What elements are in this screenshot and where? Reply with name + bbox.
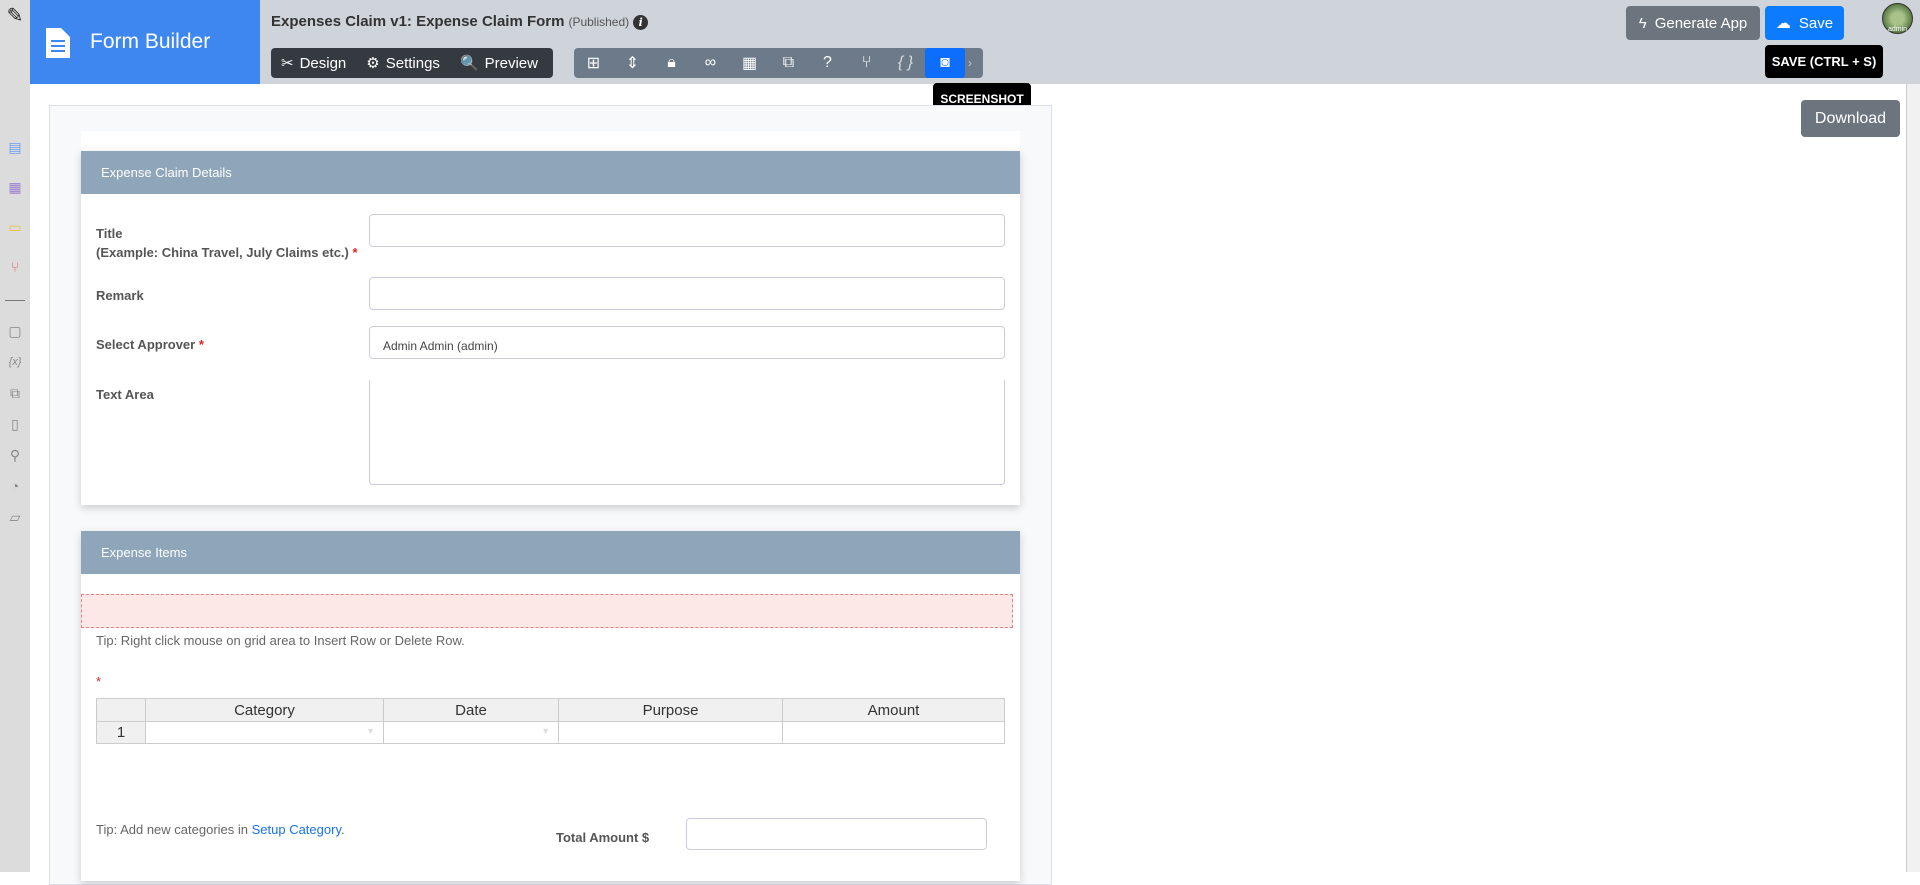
save-tooltip: SAVE (CTRL + S)	[1765, 45, 1883, 78]
code-braces-icon[interactable]: { }	[886, 48, 925, 78]
table-icon[interactable]: ▦	[5, 177, 25, 197]
divider	[5, 300, 25, 301]
design-button[interactable]: ✂ Design	[281, 54, 347, 73]
translate-icon[interactable]: ⧉	[5, 383, 25, 403]
info-icon[interactable]: i	[633, 15, 649, 30]
title-text: Expenses Claim v1: Expense Claim Form	[271, 13, 565, 30]
branch-icon[interactable]: ⑂	[847, 48, 886, 78]
total-amount-input[interactable]	[686, 818, 987, 850]
gauge-icon[interactable]: ◔	[5, 476, 25, 496]
text-area[interactable]	[369, 380, 1005, 485]
title-label: Title (Example: China Travel, July Claims…	[96, 226, 358, 260]
preview-button[interactable]: 🔍 Preview	[459, 54, 538, 73]
gear-icon: ⚙	[366, 55, 380, 72]
purpose-cell[interactable]	[558, 721, 783, 744]
chevron-right-icon[interactable]: ›	[965, 56, 975, 70]
preview-icon: 🔍	[459, 55, 479, 72]
brand: Form Builder	[30, 0, 260, 84]
form-title: Expenses Claim v1: Expense Claim Form (Pu…	[271, 13, 649, 30]
row-number: 1	[96, 721, 146, 744]
scrollbar[interactable]	[1906, 84, 1920, 872]
date-cell[interactable]: ▼	[383, 721, 559, 744]
edit-icon[interactable]: ✎	[0, 5, 30, 27]
column-header[interactable]: Date	[383, 698, 559, 722]
tools-icon: ✂	[281, 55, 294, 72]
section-header: Expense Items	[81, 531, 1020, 574]
plug-icon[interactable]: ⚲	[5, 445, 25, 465]
lock-icon[interactable]: 🔒︎	[652, 48, 691, 78]
approver-select[interactable]: Admin Admin (admin)	[369, 326, 1005, 359]
column-header[interactable]: Amount	[782, 698, 1005, 722]
card-top	[81, 131, 1020, 151]
tool-bar: ⊞ ⇕ 🔒︎ ∞ ▦ ⧉ ? ⑂ { } ◙ ›	[574, 48, 983, 78]
remark-label: Remark	[96, 288, 144, 303]
document-icon[interactable]: ▯	[5, 414, 25, 434]
table-row: 1 ▼ ▼	[96, 721, 1005, 744]
avatar-text: admin	[1887, 26, 1908, 33]
note-icon[interactable]: ▢	[5, 321, 25, 341]
form-icon[interactable]: ▤	[5, 137, 25, 157]
drop-zone[interactable]	[81, 594, 1013, 628]
preview-label: Preview	[484, 54, 538, 72]
translate-icon[interactable]: ⧉	[769, 48, 808, 78]
setup-category-link[interactable]: Setup Category	[252, 822, 341, 837]
camera-icon[interactable]: ◙	[925, 48, 965, 78]
cloud-upload-icon: ☁	[1775, 15, 1791, 32]
category-tip: Tip: Add new categories in Setup Categor…	[96, 822, 345, 837]
script-icon[interactable]: ▱	[5, 507, 25, 527]
expense-grid[interactable]: Category Date Purpose Amount 1 ▼ ▼	[96, 698, 1005, 744]
save-button[interactable]: ☁ Save	[1765, 6, 1844, 40]
bolt-icon: ϟ	[1638, 14, 1647, 32]
total-amount-label: Total Amount $	[556, 830, 650, 845]
status-badge: (Published)	[568, 15, 630, 29]
left-sidebar: ✎ ▤ ▦ ▭ ⑂ ▢ {x} ⧉ ▯ ⚲ ◔ ▱	[0, 0, 30, 872]
sitemap-icon[interactable]: ⊞	[574, 48, 613, 78]
column-header[interactable]: Purpose	[558, 698, 783, 722]
document-icon	[46, 28, 70, 58]
mode-bar: ✂ Design ⚙ Settings 🔍 Preview	[271, 48, 553, 78]
remark-input[interactable]	[369, 277, 1005, 310]
variable-icon[interactable]: {x}	[5, 352, 25, 372]
dropdown-arrow-icon: ▼	[366, 726, 375, 736]
monitor-icon[interactable]: ▭	[5, 217, 25, 237]
app-name: Form Builder	[90, 30, 211, 53]
settings-button[interactable]: ⚙ Settings	[366, 54, 440, 73]
binoculars-icon[interactable]: ∞	[691, 48, 730, 78]
workflow-icon[interactable]: ⑂	[5, 257, 25, 277]
generate-label: Generate App	[1654, 14, 1748, 32]
avatar[interactable]: admin	[1882, 3, 1913, 34]
settings-label: Settings	[385, 54, 440, 72]
grid-tip: Tip: Right click mouse on grid area to I…	[96, 633, 465, 648]
generate-app-button[interactable]: ϟ Generate App	[1626, 6, 1760, 40]
approver-label: Select Approver *	[96, 337, 204, 352]
title-input[interactable]	[369, 214, 1005, 247]
row-number-header	[96, 698, 146, 722]
import-export-icon[interactable]: ⇕	[613, 48, 652, 78]
dropdown-arrow-icon: ▼	[541, 726, 550, 736]
help-icon[interactable]: ?	[808, 48, 847, 78]
column-header[interactable]: Category	[145, 698, 384, 722]
required-mark: *	[96, 674, 102, 689]
amount-cell[interactable]	[782, 721, 1005, 744]
grid-icon[interactable]: ▦	[730, 48, 769, 78]
design-label: Design	[299, 54, 347, 72]
section-header: Expense Claim Details	[81, 151, 1020, 194]
category-cell[interactable]: ▼	[145, 721, 384, 744]
download-button[interactable]: Download	[1801, 100, 1900, 137]
textarea-label: Text Area	[96, 387, 154, 402]
save-label: Save	[1798, 14, 1834, 32]
